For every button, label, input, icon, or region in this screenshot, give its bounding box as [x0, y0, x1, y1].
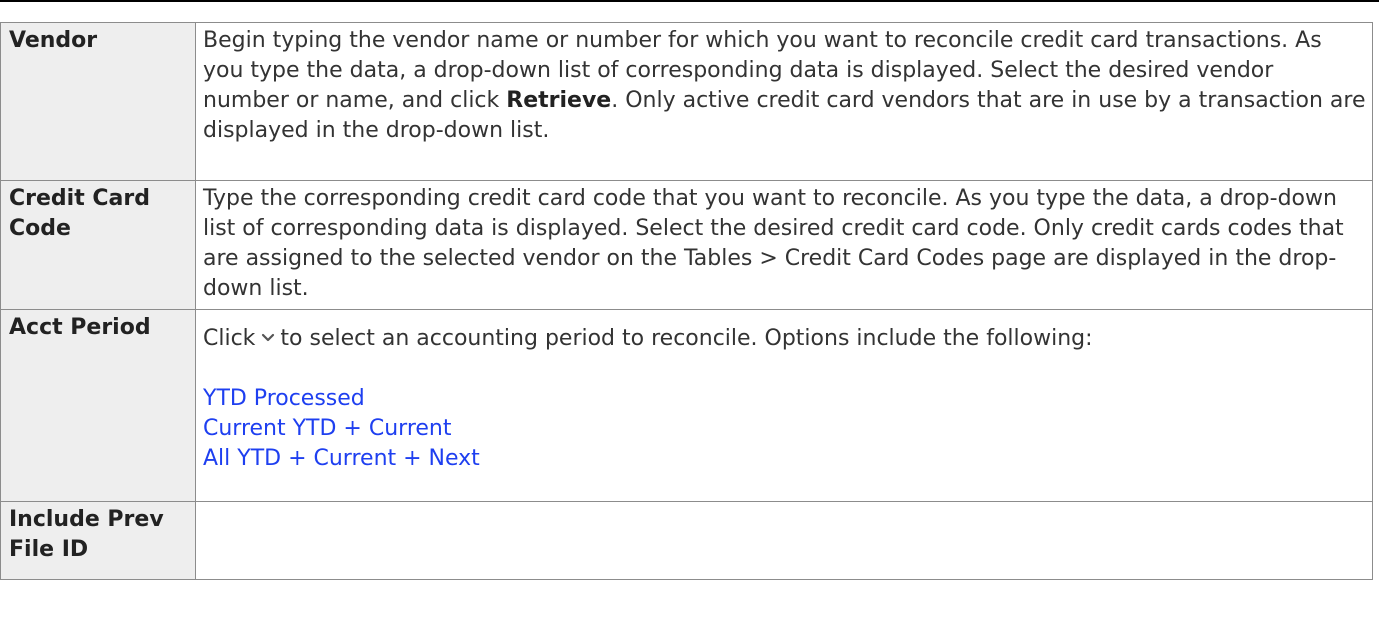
acct-period-description: Click to select an accounting period to r… — [195, 309, 1373, 502]
table-row: Include Prev File ID — [0, 501, 1373, 580]
top-rule — [0, 0, 1379, 2]
table-row: Acct Period Click to select an accounting… — [0, 309, 1373, 502]
option-ytd-processed-link[interactable]: YTD Processed — [203, 384, 1366, 414]
chevron-down-icon — [259, 323, 277, 353]
table-row: Credit Card Code Type the corresponding … — [0, 180, 1373, 310]
vendor-description: Begin typing the vendor name or number f… — [195, 22, 1373, 181]
credit-card-code-label: Credit Card Code — [0, 180, 196, 310]
acct-period-label: Acct Period — [0, 309, 196, 502]
field-description-table: Vendor Begin typing the vendor name or n… — [0, 22, 1373, 580]
vendor-label: Vendor — [0, 22, 196, 181]
include-prev-file-id-label: Include Prev File ID — [0, 501, 196, 580]
credit-card-code-description: Type the corresponding credit card code … — [195, 180, 1373, 310]
acct-period-text-a: Click — [203, 326, 256, 351]
retrieve-term: Retrieve — [506, 88, 612, 113]
acct-period-text-b: to select an accounting period to reconc… — [280, 326, 1093, 351]
option-all-ytd-current-next-link[interactable]: All YTD + Current + Next — [203, 444, 1366, 474]
option-current-ytd-current-link[interactable]: Current YTD + Current — [203, 414, 1366, 444]
table-row: Vendor Begin typing the vendor name or n… — [0, 22, 1373, 181]
include-prev-file-id-description — [195, 501, 1373, 580]
